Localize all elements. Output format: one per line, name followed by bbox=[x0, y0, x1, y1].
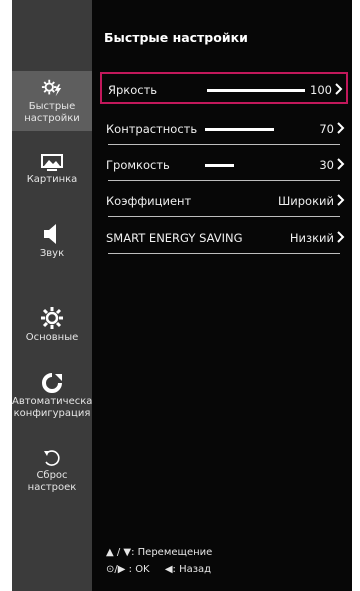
setting-value: Широкий bbox=[277, 194, 334, 208]
setting-value: 100 bbox=[310, 83, 332, 97]
chevron-right-icon bbox=[335, 83, 343, 95]
slider-fill bbox=[205, 128, 274, 131]
setting-contrast[interactable]: Контрастность 70 bbox=[100, 113, 348, 145]
sidebar-item-label: Автоматическая конфигурация bbox=[12, 396, 99, 419]
sidebar-item-picture[interactable]: Картинка bbox=[12, 154, 92, 194]
setting-smart-energy-saving[interactable]: SMART ENERGY SAVING Низкий bbox=[100, 222, 348, 254]
setting-aspect-ratio[interactable]: Коэффициент Широкий bbox=[100, 185, 348, 217]
contrast-slider[interactable] bbox=[205, 128, 303, 131]
key-guide: ▲ / ▼: Перемещение ⊙/▶ : OK ◀: Назад bbox=[106, 544, 212, 578]
page-title: Быстрые настройки bbox=[104, 30, 248, 45]
row-divider bbox=[108, 180, 340, 181]
back-label: : Назад bbox=[172, 564, 212, 575]
volume-slider[interactable] bbox=[205, 164, 303, 167]
quick-settings-icon bbox=[41, 79, 62, 97]
row-divider bbox=[108, 144, 340, 145]
picture-icon bbox=[41, 154, 63, 171]
setting-value: 70 bbox=[319, 122, 334, 136]
sidebar-item-general[interactable]: Основные bbox=[12, 306, 92, 350]
setting-brightness[interactable]: Яркость 100 bbox=[100, 72, 348, 104]
auto-config-icon bbox=[42, 373, 62, 393]
chevron-right-icon bbox=[337, 231, 345, 243]
sidebar-item-reset[interactable]: Сброс настроек bbox=[12, 448, 92, 504]
setting-value: 30 bbox=[319, 158, 334, 172]
setting-label: SMART ENERGY SAVING bbox=[106, 231, 243, 245]
sidebar: Быстрые настройки Картинка Звук Основные… bbox=[12, 0, 99, 591]
setting-label: Яркость bbox=[108, 83, 158, 97]
move-label: : Перемещение bbox=[131, 547, 213, 558]
ok-label: : OK bbox=[128, 564, 150, 575]
slider-fill bbox=[205, 164, 235, 167]
sidebar-item-label: Картинка bbox=[26, 174, 78, 185]
key-guide-ok-back: ⊙/▶ : OK ◀: Назад bbox=[106, 561, 212, 578]
sidebar-item-quick-settings[interactable]: Быстрые настройки bbox=[12, 71, 92, 131]
sidebar-item-auto-config[interactable]: Автоматическая конфигурация bbox=[12, 372, 99, 428]
setting-label: Контрастность bbox=[106, 122, 198, 136]
sidebar-item-label: Сброс настроек bbox=[27, 470, 77, 493]
row-divider bbox=[108, 216, 340, 217]
sidebar-item-label: Звук bbox=[39, 248, 65, 259]
slider-fill bbox=[207, 89, 305, 92]
setting-label: Громкость bbox=[106, 158, 170, 172]
sidebar-item-sound[interactable]: Звук bbox=[12, 222, 92, 266]
chevron-right-icon bbox=[337, 158, 345, 170]
sidebar-item-label: Быстрые настройки bbox=[24, 101, 80, 124]
setting-value: Низкий bbox=[289, 231, 334, 245]
up-down-arrows-icon: ▲ / ▼ bbox=[106, 547, 132, 558]
chevron-right-icon bbox=[337, 122, 345, 134]
sidebar-item-label: Основные bbox=[25, 332, 79, 343]
speaker-icon bbox=[44, 224, 56, 244]
main-panel: Быстрые настройки Яркость 100 Контрастно… bbox=[92, 0, 352, 591]
reset-icon bbox=[44, 450, 60, 466]
row-divider bbox=[108, 253, 340, 254]
key-guide-move: ▲ / ▼: Перемещение bbox=[106, 544, 212, 561]
setting-volume[interactable]: Громкость 30 bbox=[100, 149, 348, 181]
gear-icon bbox=[41, 307, 63, 329]
chevron-right-icon bbox=[337, 194, 345, 206]
brightness-slider[interactable] bbox=[207, 89, 305, 92]
setting-label: Коэффициент bbox=[106, 194, 192, 208]
ok-button-icon: ⊙/▶ bbox=[106, 564, 126, 575]
monitor-osd-menu: Быстрые настройки Картинка Звук Основные… bbox=[12, 0, 352, 591]
back-arrow-icon: ◀ bbox=[164, 564, 173, 575]
